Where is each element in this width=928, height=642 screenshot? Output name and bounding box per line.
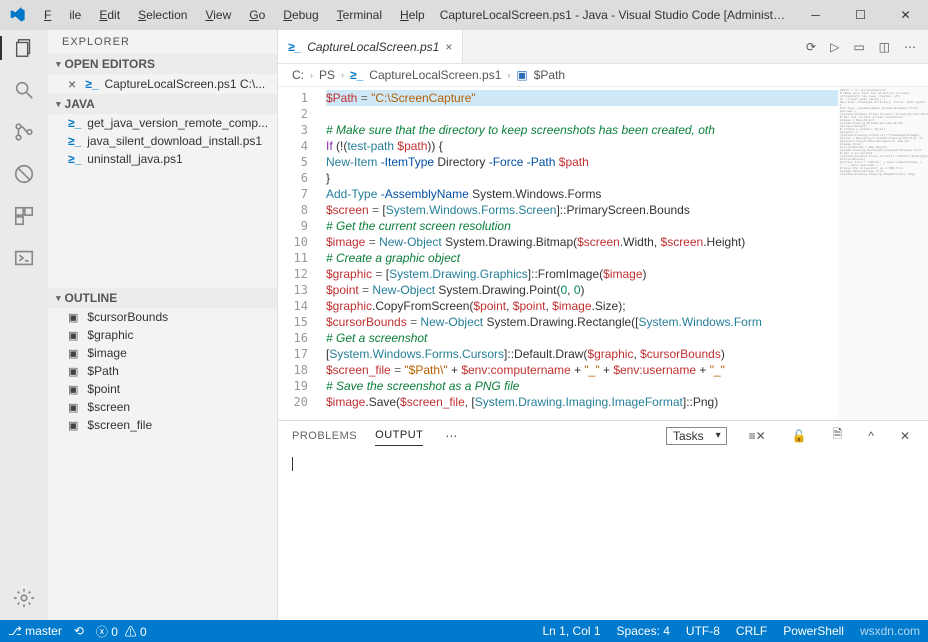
minimap[interactable]: $Path = "C:\ScreenCapture"# Make sure th… (838, 87, 928, 420)
output-channel-select[interactable]: Tasks (666, 427, 727, 445)
tab-problems[interactable]: PROBLEMS (292, 426, 357, 446)
vscode-logo-icon (0, 7, 35, 23)
sync-icon[interactable]: ⟲ (74, 624, 84, 638)
title-bar: File Edit Selection View Go Debug Termin… (0, 0, 928, 30)
open-editor-item[interactable]: × ≥_ CaptureLocalScreen.ps1 C:\... (48, 74, 277, 94)
sidebar-title: EXPLORER (48, 30, 277, 54)
compare-changes-icon[interactable]: ⟳ (806, 40, 816, 54)
powershell-file-icon: ≥_ (288, 40, 301, 54)
editor-tab[interactable]: ≥_ CaptureLocalScreen.ps1 × (278, 30, 463, 63)
split-editor-icon[interactable]: ◫ (879, 40, 890, 54)
activity-bar (0, 30, 48, 620)
source-control-icon[interactable] (12, 120, 36, 144)
language-indicator[interactable]: PowerShell (783, 624, 844, 638)
menu-view[interactable]: View (196, 3, 240, 27)
line-gutter: 1234567891011121314151617181920 (278, 87, 318, 420)
settings-gear-icon[interactable] (12, 586, 36, 610)
outline-item[interactable]: ▣$point (48, 380, 277, 398)
window-title: CaptureLocalScreen.ps1 - Java - Visual S… (434, 8, 793, 22)
outline-item[interactable]: ▣$screen (48, 398, 277, 416)
tab-label: CaptureLocalScreen.ps1 (307, 40, 439, 54)
code-editor[interactable]: 1234567891011121314151617181920 $Path = … (278, 87, 928, 420)
lock-scroll-icon[interactable]: 🔓 (788, 429, 811, 443)
variable-icon: ▣ (68, 347, 78, 360)
code-content[interactable]: $Path = "C:\ScreenCapture" # Make sure t… (318, 87, 838, 420)
search-icon[interactable] (12, 78, 36, 102)
file-item[interactable]: ≥_get_java_version_remote_comp... (48, 114, 277, 132)
indent-indicator[interactable]: Spaces: 4 (617, 624, 670, 638)
section-open-editors[interactable]: OPEN EDITORS (48, 54, 277, 74)
file-item[interactable]: ≥_java_silent_download_install.ps1 (48, 132, 277, 150)
eol-indicator[interactable]: CRLF (736, 624, 767, 638)
watermark: wsxdn.com (860, 624, 920, 638)
close-window-button[interactable]: ✕ (883, 0, 928, 30)
menu-bar: File Edit Selection View Go Debug Termin… (35, 3, 434, 27)
variable-icon: ▣ (68, 419, 78, 432)
variable-icon: ▣ (68, 383, 78, 396)
powershell-file-icon: ≥_ (68, 134, 81, 148)
breadcrumb[interactable]: C:› PS› ≥_ CaptureLocalScreen.ps1› ▣ $Pa… (278, 64, 928, 87)
variable-icon: ▣ (68, 311, 78, 324)
outline-item[interactable]: ▣$cursorBounds (48, 308, 277, 326)
more-panels-icon[interactable]: ⋯ (441, 429, 461, 443)
open-editor-label: CaptureLocalScreen.ps1 C:\... (104, 77, 265, 91)
cursor-position[interactable]: Ln 1, Col 1 (543, 624, 601, 638)
outline-item[interactable]: ▣$Path (48, 362, 277, 380)
tab-bar: ≥_ CaptureLocalScreen.ps1 × ⟳ ▷ ▭ ◫ ⋯ (278, 30, 928, 64)
minimize-button[interactable]: ─ (793, 0, 838, 30)
variable-icon: ▣ (68, 401, 78, 414)
menu-selection[interactable]: Selection (129, 3, 196, 27)
section-workspace[interactable]: JAVA (48, 94, 277, 114)
problems-indicator[interactable]: ⓧ 0 ⚠ 0 (96, 623, 147, 640)
menu-debug[interactable]: Debug (274, 3, 327, 27)
symbol-icon: ▣ (516, 68, 527, 82)
run-selection-icon[interactable]: ▭ (853, 40, 864, 54)
bottom-panel: PROBLEMS OUTPUT ⋯ Tasks ≡✕ 🔓 🗎 ^ ✕ (278, 420, 928, 620)
panel-maximize-icon[interactable]: ^ (864, 429, 878, 443)
menu-go[interactable]: Go (240, 3, 274, 27)
menu-edit[interactable]: Edit (90, 3, 129, 27)
extensions-icon[interactable] (12, 204, 36, 228)
maximize-button[interactable]: ☐ (838, 0, 883, 30)
powershell-file-icon: ≥_ (68, 152, 81, 166)
encoding-indicator[interactable]: UTF-8 (686, 624, 720, 638)
close-tab-icon[interactable]: × (445, 40, 452, 54)
debug-icon[interactable] (12, 162, 36, 186)
powershell-ext-icon[interactable] (12, 246, 36, 270)
powershell-file-icon: ≥_ (85, 77, 98, 91)
explorer-sidebar: EXPLORER OPEN EDITORS × ≥_ CaptureLocalS… (48, 30, 278, 620)
outline-item[interactable]: ▣$graphic (48, 326, 277, 344)
section-outline[interactable]: OUTLINE (48, 288, 277, 308)
menu-terminal[interactable]: Terminal (328, 3, 391, 27)
powershell-file-icon: ≥_ (350, 68, 363, 82)
output-body[interactable] (278, 450, 928, 620)
menu-file[interactable]: File (35, 3, 90, 27)
menu-help[interactable]: Help (391, 3, 434, 27)
open-log-icon[interactable]: 🗎 (829, 425, 847, 446)
more-actions-icon[interactable]: ⋯ (904, 40, 916, 54)
explorer-icon[interactable] (0, 36, 36, 60)
clear-output-icon[interactable]: ≡✕ (745, 429, 770, 443)
branch-indicator[interactable]: ⎇ master (8, 624, 62, 638)
tab-output[interactable]: OUTPUT (375, 425, 423, 446)
variable-icon: ▣ (68, 365, 78, 378)
outline-item[interactable]: ▣$screen_file (48, 416, 277, 434)
variable-icon: ▣ (68, 329, 78, 342)
file-item[interactable]: ≥_uninstall_java.ps1 (48, 150, 277, 168)
powershell-file-icon: ≥_ (68, 116, 81, 130)
status-bar: ⎇ master ⟲ ⓧ 0 ⚠ 0 Ln 1, Col 1 Spaces: 4… (0, 620, 928, 642)
editor-group: ≥_ CaptureLocalScreen.ps1 × ⟳ ▷ ▭ ◫ ⋯ C:… (278, 30, 928, 620)
run-icon[interactable]: ▷ (830, 40, 839, 54)
outline-item[interactable]: ▣$image (48, 344, 277, 362)
panel-close-icon[interactable]: ✕ (896, 429, 914, 443)
close-icon[interactable]: × (68, 76, 76, 92)
